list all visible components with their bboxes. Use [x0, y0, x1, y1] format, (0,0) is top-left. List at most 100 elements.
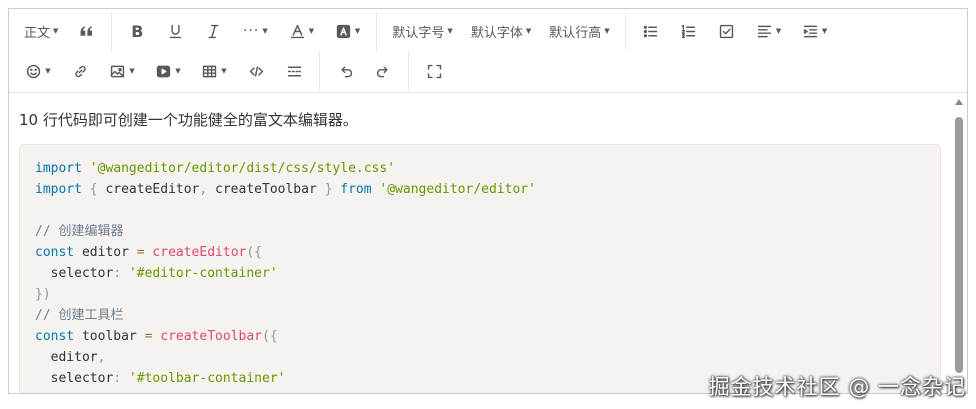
font-color-button[interactable]: ▼	[279, 15, 323, 47]
code-line: })	[35, 284, 925, 305]
toolbar-separator	[376, 11, 378, 51]
code-line: selector: '#editor-container'	[35, 263, 925, 284]
bulleted-list-icon	[642, 23, 659, 40]
code-line: // 创建工具栏	[35, 305, 925, 326]
video-button[interactable]: ▼	[146, 55, 190, 87]
chevron-down-icon: ▼	[221, 67, 227, 75]
editor-content[interactable]: 10 行代码即可创建一个功能健全的富文本编辑器。 import '@wanged…	[9, 93, 967, 393]
divider-icon	[286, 63, 303, 80]
italic-button[interactable]	[195, 15, 231, 47]
line-height-select-label: 默认行高	[549, 25, 602, 41]
code-token-func: createToolbar	[160, 329, 262, 344]
code-token-comment: // 创建编辑器	[35, 224, 124, 239]
code-token-punct: :	[113, 371, 122, 386]
vertical-scrollbar[interactable]	[952, 97, 966, 391]
header-select-label: 正文	[24, 25, 51, 41]
todo-button[interactable]	[709, 15, 745, 47]
code-token-keyword: const	[35, 329, 75, 344]
scroll-up-arrow[interactable]	[955, 99, 963, 105]
bg-color-icon	[335, 23, 352, 40]
toolbar-separator	[111, 11, 113, 51]
redo-button[interactable]	[365, 55, 401, 87]
todo-icon	[718, 23, 735, 40]
bold-button[interactable]: B	[119, 15, 155, 47]
blockquote-button[interactable]	[68, 15, 104, 47]
line-height-select[interactable]: 默认行高 ▼	[541, 15, 617, 47]
code-line: import { createEditor, createToolbar } f…	[35, 179, 925, 200]
link-icon	[72, 63, 89, 80]
divider-button[interactable]	[276, 55, 312, 87]
bold-icon: B	[131, 21, 144, 41]
table-icon	[201, 63, 218, 80]
justify-icon	[756, 23, 773, 40]
chevron-down-icon: ▼	[262, 27, 268, 35]
chevron-down-icon: ▼	[525, 27, 532, 35]
code-token-op: =	[136, 245, 145, 260]
font-size-select-label: 默认字号	[392, 25, 445, 41]
chevron-down-icon: ▼	[175, 67, 181, 75]
emotion-button[interactable]: ▼	[16, 55, 60, 87]
italic-icon	[205, 23, 222, 40]
code-line: const toolbar = createToolbar({	[35, 326, 925, 347]
fullscreen-button[interactable]	[416, 55, 452, 87]
toolbar-separator	[624, 11, 626, 51]
intro-paragraph: 10 行代码即可创建一个功能健全的富文本编辑器。	[19, 111, 358, 129]
code-token-punct: :	[113, 266, 122, 281]
code-token-string: '@wangeditor/editor/dist/css/style.css'	[89, 161, 396, 176]
code-token-plain: editor	[35, 350, 98, 365]
code-token-punct: ({	[262, 329, 278, 344]
chevron-down-icon: ▼	[604, 27, 610, 35]
link-button[interactable]	[62, 55, 98, 87]
chevron-down-icon: ▼	[821, 27, 828, 35]
font-family-select-label: 默认字体	[470, 25, 523, 41]
code-token-punct: ,	[97, 350, 106, 365]
font-family-select[interactable]: 默认字体 ▼	[463, 15, 539, 47]
toolbar-separator	[408, 51, 409, 91]
font-size-select[interactable]: 默认字号 ▼	[384, 15, 460, 47]
code-token-keyword: const	[35, 245, 75, 260]
indent-icon	[802, 23, 819, 40]
rich-text-editor: 正文 ▼ B ··· ▼ ▼ ▼ 默认字号 ▼ 默认字体 ▼ 默认行高 ▼ ▼ ▼ ▼ ▼ ▼ ▼ 10 行代码即…	[8, 8, 968, 394]
more-button[interactable]: ··· ▼	[233, 15, 277, 47]
underline-button[interactable]	[157, 15, 193, 47]
emotion-icon	[25, 63, 42, 80]
code-line: const editor = createEditor({	[35, 242, 925, 263]
chevron-down-icon: ▼	[447, 27, 453, 35]
code-line: // 创建编辑器	[35, 221, 925, 242]
code-token-plain: selector	[35, 371, 114, 386]
undo-button[interactable]	[327, 55, 363, 87]
code-line: import '@wangeditor/editor/dist/css/styl…	[35, 158, 925, 179]
indent-button[interactable]: ▼	[793, 15, 837, 47]
code-token-string: '@wangeditor/editor'	[379, 182, 536, 197]
code-block-button[interactable]	[238, 55, 274, 87]
numbered-list-button[interactable]	[671, 15, 707, 47]
image-button[interactable]: ▼	[100, 55, 144, 87]
code-token-plain: selector	[35, 266, 114, 281]
bg-color-button[interactable]: ▼	[325, 15, 369, 47]
video-icon	[155, 63, 172, 80]
code-token-plain: editor	[74, 245, 137, 260]
bulleted-list-button[interactable]	[633, 15, 669, 47]
undo-icon	[337, 63, 354, 80]
code-line: editor,	[35, 347, 925, 368]
code-token-plain: createEditor	[97, 182, 200, 197]
code-token-comment: // 创建工具栏	[35, 308, 124, 323]
code-token-keyword: from	[340, 182, 372, 197]
underline-icon	[167, 23, 184, 40]
fullscreen-icon	[426, 63, 443, 80]
code-token-punct: })	[35, 287, 51, 302]
justify-button[interactable]: ▼	[747, 15, 791, 47]
image-icon	[109, 63, 126, 80]
blockquote-icon	[78, 23, 95, 40]
code-token-string: '#toolbar-container'	[128, 371, 286, 386]
scrollbar-thumb[interactable]	[955, 117, 963, 373]
code-block[interactable]: import '@wangeditor/editor/dist/css/styl…	[19, 144, 941, 393]
chevron-down-icon: ▼	[129, 67, 135, 75]
table-button[interactable]: ▼	[192, 55, 236, 87]
font-color-icon	[289, 23, 306, 40]
header-select[interactable]: 正文 ▼	[16, 15, 66, 47]
code-token-plain: toolbar	[74, 329, 145, 344]
